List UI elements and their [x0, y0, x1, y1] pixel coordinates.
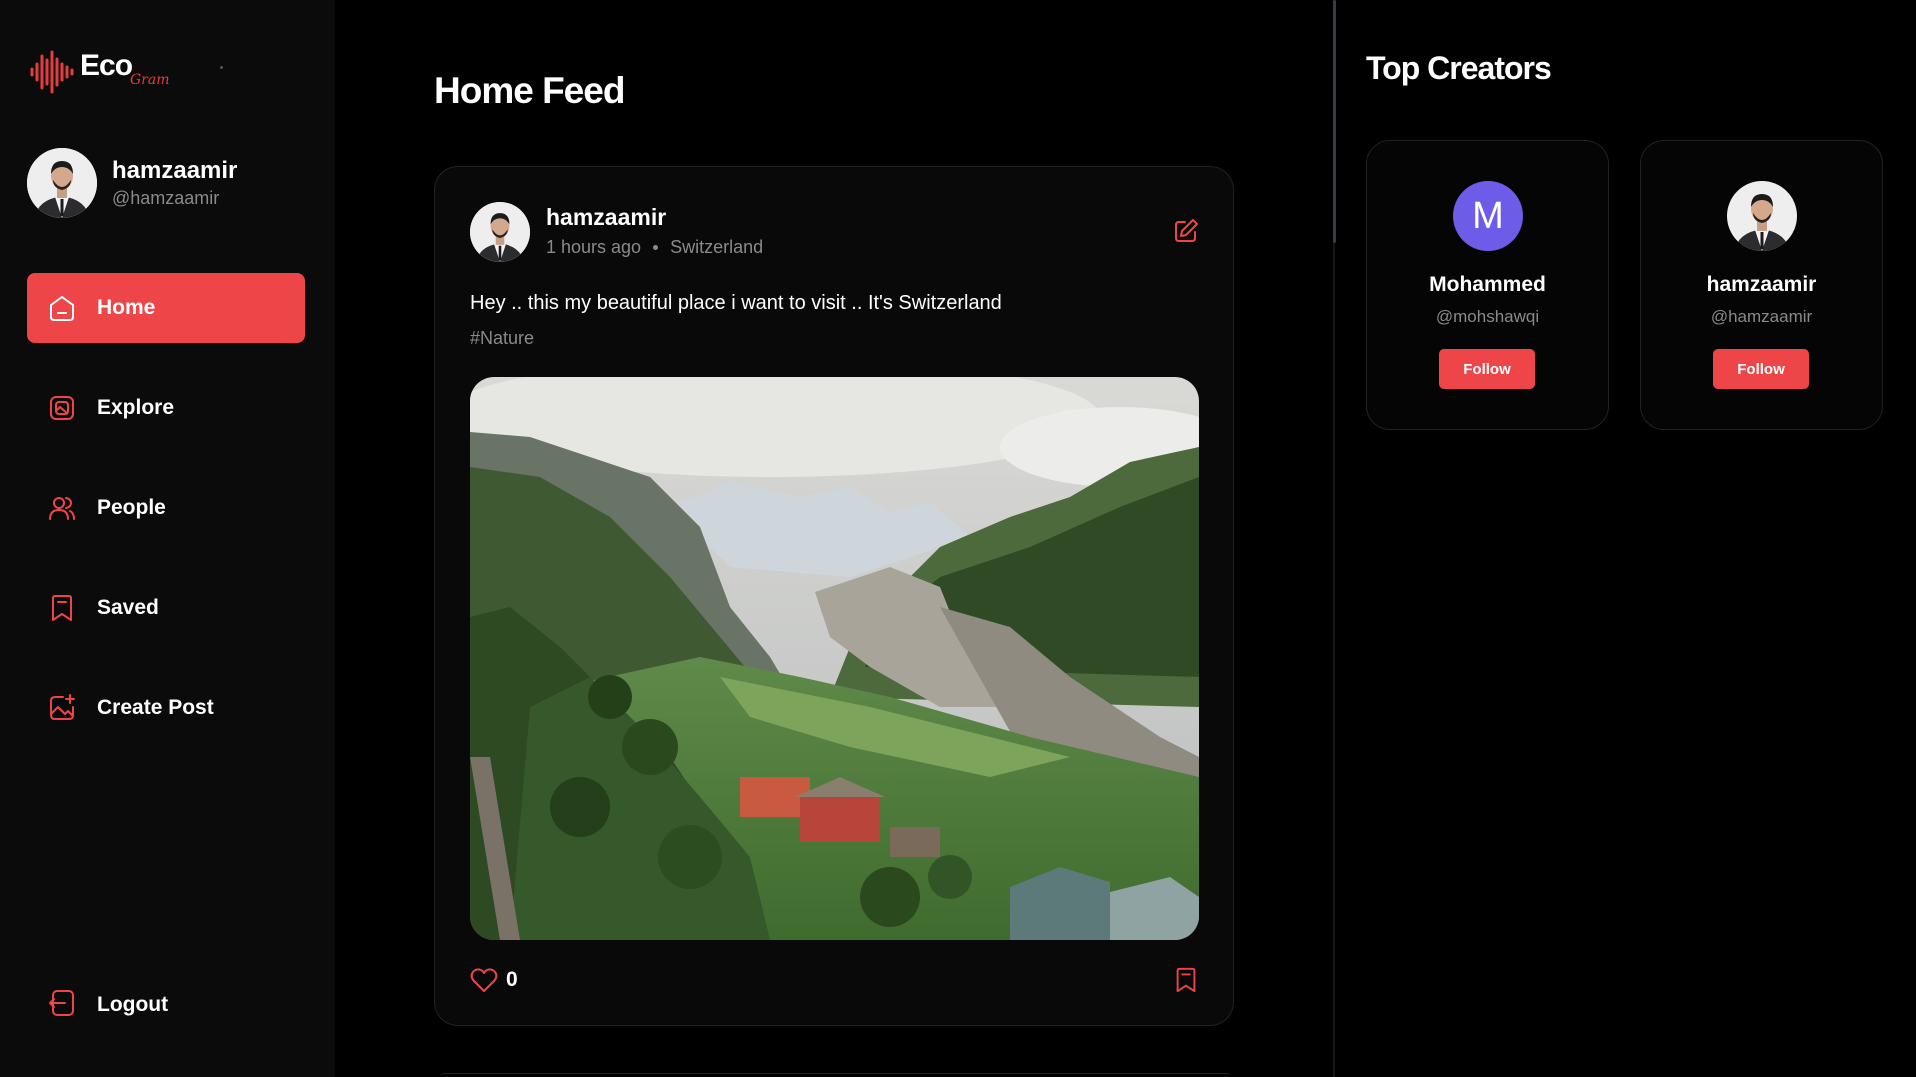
avatar[interactable]: M [1453, 181, 1523, 251]
post-author[interactable]: hamzaamir [546, 204, 666, 231]
sidebar-item-home[interactable]: Home [27, 273, 305, 343]
user-photo-icon [470, 202, 530, 262]
sidebar-item-label: People [97, 496, 166, 519]
profile-name: hamzaamir [112, 157, 238, 184]
home-icon [47, 293, 77, 323]
saved-icon [47, 593, 77, 623]
post-location: Switzerland [670, 237, 764, 257]
creator-handle: @mohshawqi [1435, 307, 1540, 326]
avatar[interactable] [1727, 181, 1797, 251]
next-post-card-edge [440, 1073, 1230, 1077]
mountain-valley-photo [470, 377, 1199, 940]
logo-text: Eco [80, 49, 133, 82]
edit-post-button[interactable] [1172, 217, 1200, 245]
sidebar: Eco Gram hamzaamir @hamzaamir Home Explo… [0, 0, 335, 1077]
avatar[interactable] [470, 202, 530, 262]
sidebar-item-label: Explore [97, 396, 175, 419]
user-photo-icon [27, 148, 97, 218]
sidebar-item-label: Saved [97, 596, 159, 619]
scrollbar-thumb[interactable] [1333, 0, 1336, 243]
creator-name[interactable]: Mohammed [1367, 273, 1608, 297]
post-tag[interactable]: #Nature [470, 328, 534, 349]
sidebar-item-saved[interactable]: Saved [27, 573, 305, 643]
creator-card: M Mohammed @mohshawqi Follow [1366, 140, 1609, 430]
logout-button[interactable]: Logout [27, 970, 305, 1040]
like-count: 0 [506, 968, 518, 991]
sidebar-item-people[interactable]: People [27, 473, 305, 543]
sidebar-item-label: Create Post [97, 696, 214, 719]
logo-subtext: Gram [130, 72, 170, 88]
post-card: hamzaamir 1 hours ago Switzerland Hey ..… [434, 166, 1234, 1026]
creator-card: hamzaamir @hamzaamir Follow [1640, 140, 1883, 430]
avatar [27, 148, 97, 218]
sound-wave-icon [30, 50, 74, 94]
people-icon [47, 493, 77, 523]
top-creators-title: Top Creators [1366, 50, 1552, 86]
creator-handle: @hamzaamir [1710, 307, 1813, 326]
save-post-button[interactable] [1172, 965, 1200, 995]
profile-handle: @hamzaamir [112, 188, 220, 208]
page-title: Home Feed [434, 70, 625, 111]
post-meta: 1 hours ago Switzerland [546, 237, 763, 258]
logo[interactable]: Eco Gram [30, 46, 180, 96]
post-actions: 0 [470, 965, 1200, 997]
like-button[interactable] [470, 967, 498, 993]
post-time: 1 hours ago [546, 237, 642, 257]
creator-name[interactable]: hamzaamir [1641, 273, 1882, 297]
follow-button[interactable]: Follow [1439, 349, 1535, 389]
decorative-dot [220, 66, 223, 69]
logout-icon [47, 988, 77, 1023]
edit-icon [1175, 219, 1198, 242]
post-header: hamzaamir 1 hours ago Switzerland [470, 202, 1200, 262]
create-post-icon [47, 693, 77, 723]
bookmark-icon [1176, 967, 1196, 993]
explore-icon [47, 393, 77, 423]
post-caption: Hey .. this my beautiful place i want to… [470, 292, 1002, 314]
separator-dot [653, 245, 659, 250]
sidebar-item-explore[interactable]: Explore [27, 373, 305, 443]
follow-button[interactable]: Follow [1713, 349, 1809, 389]
sidebar-profile[interactable]: hamzaamir @hamzaamir [27, 148, 317, 218]
sidebar-item-label: Home [97, 296, 156, 319]
heart-icon [470, 968, 498, 992]
logout-label: Logout [97, 993, 169, 1016]
post-image[interactable] [470, 377, 1199, 940]
sidebar-nav: Home Explore People Saved Create Post [27, 273, 305, 773]
sidebar-item-create-post[interactable]: Create Post [27, 673, 305, 743]
user-photo-icon [1727, 181, 1797, 251]
